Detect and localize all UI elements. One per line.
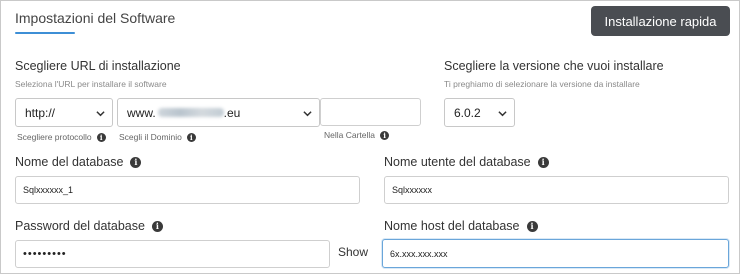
info-icon[interactable]: i <box>151 220 163 232</box>
install-url-label: Scegliere URL di installazione <box>15 59 181 73</box>
info-icon[interactable]: i <box>537 156 549 168</box>
info-icon[interactable]: i <box>526 220 538 232</box>
domain-caption: Scegli il Dominio i <box>119 132 196 142</box>
domain-select[interactable]: www. .eu <box>117 98 320 127</box>
db-host-label: Nome host del database i <box>384 219 538 233</box>
db-user-input[interactable]: Sqlxxxxxx <box>384 176 729 204</box>
db-password-input[interactable]: ••••••••• <box>15 240 330 268</box>
quick-install-button[interactable]: Installazione rapida <box>591 6 730 36</box>
chevron-down-icon <box>96 111 105 117</box>
domain-value-suffix: .eu <box>223 105 241 120</box>
protocol-value: http:// <box>25 105 56 120</box>
version-select[interactable]: 6.0.2 <box>444 98 515 127</box>
folder-input[interactable] <box>320 98 421 126</box>
db-password-label: Password del database i <box>15 219 163 233</box>
install-url-hint: Seleziona l'URL per installare il softwa… <box>15 79 167 89</box>
info-icon[interactable]: i <box>96 132 106 142</box>
db-user-label: Nome utente del database i <box>384 155 549 169</box>
section-title: Impostazioni del Software <box>15 10 176 26</box>
protocol-select[interactable]: http:// <box>15 98 113 127</box>
software-settings-panel: Impostazioni del Software Installazione … <box>0 0 740 274</box>
info-icon[interactable]: i <box>186 132 196 142</box>
section-title-underline <box>15 32 75 34</box>
info-icon[interactable]: i <box>130 156 142 168</box>
redacted-domain <box>157 108 224 117</box>
chevron-down-icon <box>303 111 312 117</box>
domain-value-prefix: www. <box>127 105 156 120</box>
show-password-toggle[interactable]: Show <box>338 245 368 259</box>
folder-caption: Nella Cartella i <box>324 130 390 140</box>
version-value: 6.0.2 <box>454 105 481 120</box>
version-hint: Ti preghiamo di selezionare la versione … <box>444 79 640 89</box>
db-name-label: Nome del database i <box>15 155 142 169</box>
version-label: Scegliere la versione che vuoi installar… <box>444 59 664 73</box>
db-name-input[interactable]: Sqlxxxxxx_1 <box>15 176 360 204</box>
chevron-down-icon <box>498 111 507 117</box>
info-icon[interactable]: i <box>380 130 390 140</box>
db-host-input[interactable]: 6x.xxx.xxx.xxx <box>382 239 729 268</box>
protocol-caption: Scegliere protocollo i <box>17 132 106 142</box>
